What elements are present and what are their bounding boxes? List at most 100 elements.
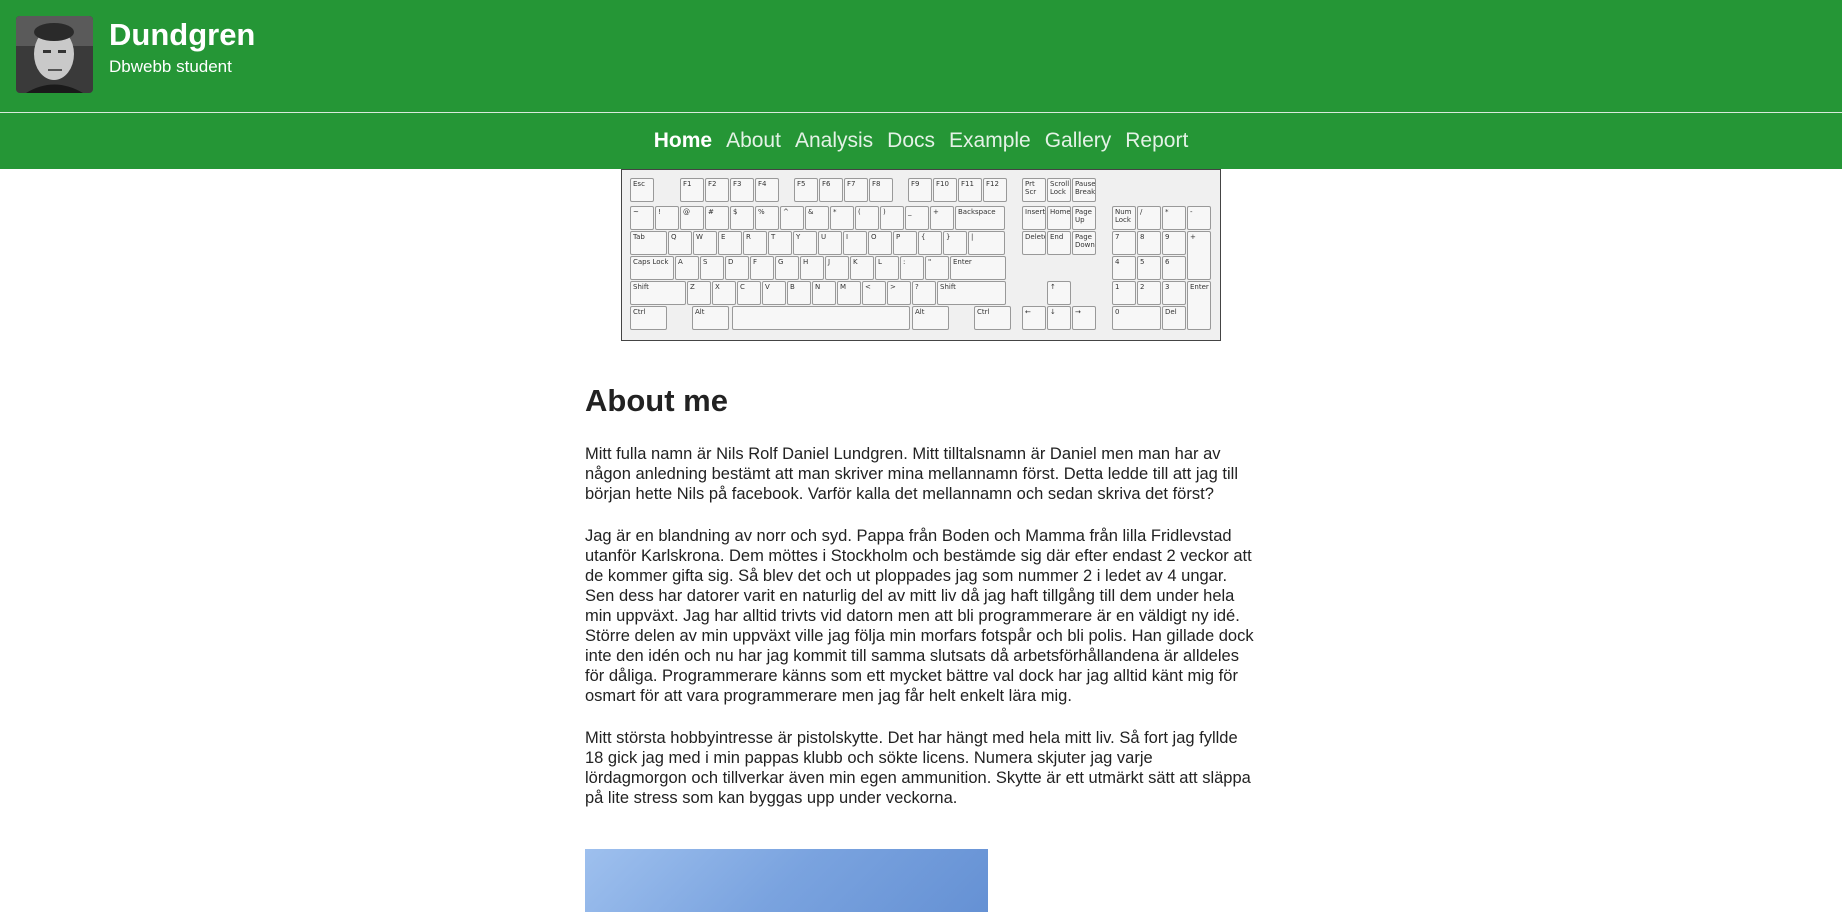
keyboard-key: B [787,281,811,305]
keyboard-key: J [825,256,849,280]
keyboard-key: Enter [1187,281,1211,330]
keyboard-key: L [875,256,899,280]
keyboard-key: 0 [1112,306,1161,330]
site-slogan: Dbwebb student [109,57,232,76]
keyboard-key: 5 [1137,256,1161,280]
keyboard-key: 2 [1137,281,1161,305]
keyboard-key: ! [655,206,679,230]
keyboard-key: ↑ [1047,281,1071,305]
keyboard-key: ^ [780,206,804,230]
keyboard-key: U [818,231,842,255]
keyboard-key: N [812,281,836,305]
keyboard-key: F8 [869,178,893,202]
nav-item-analysis[interactable]: Analysis [795,129,873,153]
keyboard-key: 7 [1112,231,1136,255]
nav-item-home[interactable]: Home [654,129,712,153]
keyboard-key: Prt Scr [1022,178,1046,202]
keyboard-key: O [868,231,892,255]
keyboard-key: " [925,256,949,280]
paragraph-name: Mitt fulla namn är Nils Rolf Daniel Lund… [585,445,1238,503]
keyboard-key: 4 [1112,256,1136,280]
keyboard-key: Ctrl [630,306,667,330]
keyboard-key: ↓ [1047,306,1071,330]
keyboard-key: Alt [692,306,729,330]
navbar: Home About Analysis Docs Example Gallery… [0,112,1842,169]
keyboard-key: T [768,231,792,255]
keyboard-key: 3 [1162,281,1186,305]
keyboard-key: Tab [630,231,667,255]
keyboard-key: D [725,256,749,280]
keyboard-key: F5 [794,178,818,202]
keyboard-key: $ [730,206,754,230]
paragraph-hobby: Mitt största hobbyintresse är pistolskyt… [585,729,1251,807]
keyboard-key: → [1072,306,1096,330]
keyboard-key: F12 [983,178,1007,202]
keyboard-key: ~ [630,206,654,230]
keyboard-key: Ctrl [974,306,1011,330]
keyboard-key: + [1187,231,1211,280]
keyboard-key: H [800,256,824,280]
keyboard-key: Esc [630,178,654,202]
keyboard-key: V [762,281,786,305]
site-header: Dundgren Dbwebb student [0,0,1842,112]
keyboard-key: I [843,231,867,255]
nav-item-report[interactable]: Report [1125,129,1188,153]
main-navigation: Home About Analysis Docs Example Gallery… [0,113,1842,169]
keyboard-key: Alt [912,306,949,330]
keyboard-key: Pause Break [1072,178,1096,202]
keyboard-key: 1 [1112,281,1136,305]
keyboard-key: F [750,256,774,280]
nav-item-gallery[interactable]: Gallery [1045,129,1112,153]
keyboard-key: M [837,281,861,305]
content-photo [585,849,988,912]
keyboard-key: ) [880,206,904,230]
keyboard-key: Caps Lock [630,256,674,280]
keyboard-key: C [737,281,761,305]
keyboard-key: { [918,231,942,255]
keyboard-key: X [712,281,736,305]
keyboard-key: Shift [630,281,686,305]
nav-item-about[interactable]: About [726,129,781,153]
keyboard-key: Y [793,231,817,255]
keyboard-key: # [705,206,729,230]
keyboard-key: ? [912,281,936,305]
keyboard-key: + [930,206,954,230]
keyboard-key: E [718,231,742,255]
keyboard-key: A [675,256,699,280]
keyboard-key: K [850,256,874,280]
site-title[interactable]: Dundgren [109,17,255,53]
keyboard-key: & [805,206,829,230]
keyboard-key: } [943,231,967,255]
keyboard-spacebar [732,306,910,330]
nav-item-docs[interactable]: Docs [887,129,935,153]
keyboard-banner-image: Esc F1 F2 F3 F4 F5 F6 F7 F8 F9 F10 F11 F12 Prt Scr Scr… [621,169,1221,341]
keyboard-key: W [693,231,717,255]
keyboard-key: S [700,256,724,280]
keyboard-key: / [1137,206,1161,230]
keyboard-key: Home [1047,206,1071,230]
keyboard-key: Z [687,281,711,305]
keyboard-key: F10 [933,178,957,202]
keyboard-key: F2 [705,178,729,202]
keyboard-key: _ [905,206,929,230]
keyboard-key: 8 [1137,231,1161,255]
keyboard-key: F11 [958,178,982,202]
keyboard-key: 6 [1162,256,1186,280]
keyboard-key: * [1162,206,1186,230]
keyboard-key: Delete [1022,231,1046,255]
keyboard-key: % [755,206,779,230]
keyboard-key: Enter [950,256,1006,280]
keyboard-key: ← [1022,306,1046,330]
keyboard-key: F4 [755,178,779,202]
keyboard-key: Scroll Lock [1047,178,1071,202]
keyboard-key: - [1187,206,1211,230]
keyboard-key: | [968,231,1005,255]
keyboard-key: * [830,206,854,230]
keyboard-key: Num Lock [1112,206,1136,230]
keyboard-key: 9 [1162,231,1186,255]
keyboard-key: R [743,231,767,255]
keyboard-key: @ [680,206,704,230]
keyboard-key: ( [855,206,879,230]
keyboard-key: End [1047,231,1071,255]
nav-item-example[interactable]: Example [949,129,1031,153]
